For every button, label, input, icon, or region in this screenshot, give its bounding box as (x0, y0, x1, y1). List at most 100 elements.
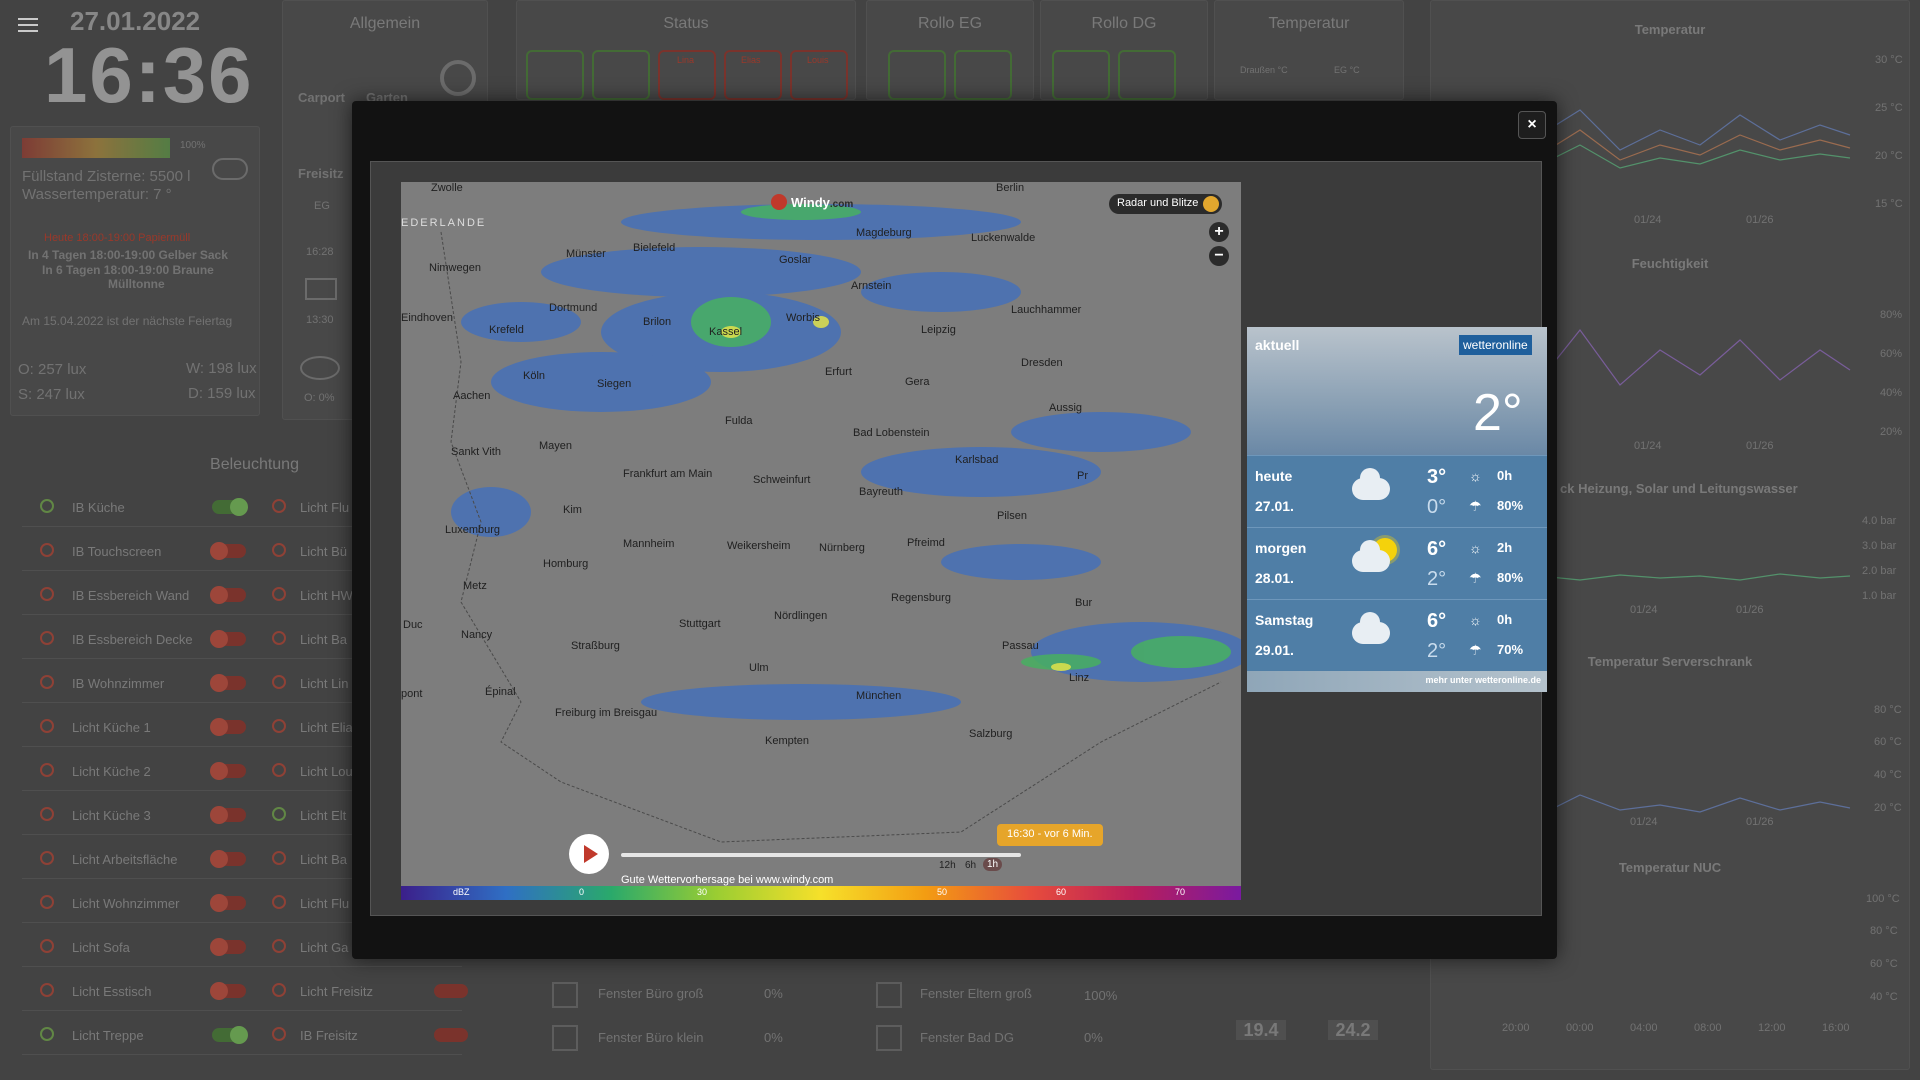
light-toggle[interactable] (210, 762, 246, 780)
feucht-tick-4: 20% (1880, 426, 1903, 438)
light-label-right: Licht Ga (300, 940, 349, 955)
forecast-rain-prob: 80% (1497, 570, 1524, 585)
light-toggle[interactable] (210, 938, 246, 956)
bulb-icon (40, 807, 54, 821)
bulb-icon (272, 983, 286, 997)
bulb-icon (40, 719, 54, 733)
map-footer[interactable]: Gute Wettervorhersage bei www.windy.com (621, 874, 833, 886)
light-label-right: Licht Lin (300, 676, 349, 691)
wetteronline-link[interactable]: mehr unter wetteronline.de (1247, 671, 1547, 692)
forecast-min: 2° (1427, 568, 1447, 590)
light-toggle[interactable] (212, 498, 248, 516)
light-label-right: Licht Ba (300, 852, 347, 867)
modal-content: Zwolle Berlin EDERLANDE Magdeburg Luckenwald… (370, 161, 1547, 916)
layer-selector[interactable]: Radar und Blitze (1109, 194, 1223, 214)
carport-label[interactable]: Carport (298, 90, 345, 105)
city-label: Lauchhammer (1011, 304, 1082, 316)
bulb-icon (272, 719, 286, 733)
forecast-rain-prob: 70% (1497, 642, 1524, 657)
timeline-12h[interactable]: 12h (939, 860, 956, 871)
city-label: Brilon (643, 316, 672, 328)
windy-radar-map[interactable]: Zwolle Berlin EDERLANDE Magdeburg Luckenwald… (401, 182, 1241, 900)
bulb-icon (272, 1027, 286, 1041)
refresh-icon[interactable] (440, 60, 476, 96)
rollo-dg-down[interactable] (1052, 50, 1110, 100)
status-person-2[interactable] (592, 50, 650, 100)
druck-tick-3: 2.0 bar (1862, 565, 1897, 577)
light-toggle[interactable] (210, 850, 246, 868)
forecast-row: morgen 28.01. 6° 2° ☼ ☂ 2h 80% (1247, 527, 1547, 599)
light-toggle[interactable] (212, 1026, 248, 1044)
status-lina[interactable]: Lina (658, 50, 716, 100)
light-toggle[interactable] (210, 674, 246, 692)
light-toggle[interactable] (210, 894, 246, 912)
light-toggle[interactable] (210, 718, 246, 736)
zoom-out-button[interactable]: − (1209, 246, 1229, 266)
light-toggle[interactable] (210, 982, 246, 1000)
nuc-tick-1: 100 °C (1866, 893, 1900, 905)
bulb-icon (272, 939, 286, 953)
forecast-max: 6° (1427, 538, 1447, 560)
bulb-icon (40, 983, 54, 997)
light-toggle[interactable] (210, 806, 246, 824)
holiday-text: Am 15.04.2022 ist der nächste Feiertag (22, 314, 233, 328)
menu-icon[interactable] (18, 18, 38, 34)
city-label: Ulm (749, 662, 769, 674)
status-elias[interactable]: Elias (724, 50, 782, 100)
light-label: IB Essbereich Decke (72, 632, 193, 647)
city-label: Mannheim (623, 538, 675, 550)
nuc-tick-4: 40 °C (1870, 991, 1898, 1003)
nuc-x-3: 04:00 (1630, 1022, 1658, 1034)
current-temp: 2° (1473, 384, 1523, 442)
forecast-sun-hours: 0h (1497, 612, 1513, 627)
status-person-1[interactable] (526, 50, 584, 100)
eg-label: EG (314, 200, 330, 212)
light-toggle[interactable] (210, 630, 246, 648)
light-label-right: Licht Ba (300, 632, 347, 647)
city-label: Pfreimd (907, 537, 945, 549)
rollo-eg-down[interactable] (888, 50, 946, 100)
close-button[interactable]: × (1518, 111, 1546, 139)
weather-icon (212, 158, 248, 180)
light-toggle-right[interactable] (434, 1028, 468, 1042)
light-toggle[interactable] (210, 542, 246, 560)
temp-tick-3: 20 °C (1875, 150, 1903, 162)
zoom-in-button[interactable]: + (1209, 222, 1229, 242)
forecast-sun-hours: 2h (1497, 540, 1513, 555)
section-temperatur: Temperatur (1268, 15, 1350, 32)
window-eltern-gross-pct: 100% (1084, 988, 1118, 1003)
wetteronline-widget[interactable]: aktuell wetteronline 2° heute 27.01. 3° … (1247, 327, 1547, 692)
city-label: Dresden (1021, 357, 1063, 369)
city-label: Berlin (996, 182, 1025, 194)
play-button[interactable] (569, 834, 609, 874)
light-toggle[interactable] (210, 586, 246, 604)
bulb-icon (40, 675, 54, 689)
radar-layer (440, 204, 1241, 843)
freisitz-label[interactable]: Freisitz (298, 166, 344, 181)
server-tick-2: 60 °C (1874, 736, 1902, 748)
status-louis[interactable]: Louis (790, 50, 848, 100)
feucht-tick-2: 60% (1880, 348, 1903, 360)
bulb-icon (272, 807, 286, 821)
light-label: Licht Treppe (72, 1028, 144, 1043)
waste-6b: Mülltonne (108, 277, 165, 291)
bulb-icon (272, 499, 286, 513)
light-row: Licht Esstisch Licht Freisitz (22, 971, 462, 1011)
bulb-icon (272, 851, 286, 865)
city-label: Sankt Vith (451, 446, 501, 458)
play-icon (584, 845, 598, 863)
umbrella-icon: ☂ (1469, 642, 1482, 658)
window-icon-4 (876, 1025, 902, 1051)
light-label-right: Licht Flu (300, 896, 350, 911)
timeline-slider[interactable] (621, 853, 1021, 857)
city-label: Kassel (709, 326, 743, 338)
temp-tick-4: 15 °C (1875, 198, 1903, 210)
light-toggle-right[interactable] (434, 984, 468, 998)
rollo-dg-up[interactable] (1118, 50, 1176, 100)
lux-o: O: 257 lux (18, 361, 87, 378)
timeline-6h[interactable]: 6h (965, 860, 976, 871)
server-tick-3: 40 °C (1874, 769, 1902, 781)
city-label: Weikersheim (727, 540, 791, 552)
timeline-1h[interactable]: 1h (983, 858, 1003, 871)
rollo-eg-up[interactable] (954, 50, 1012, 100)
